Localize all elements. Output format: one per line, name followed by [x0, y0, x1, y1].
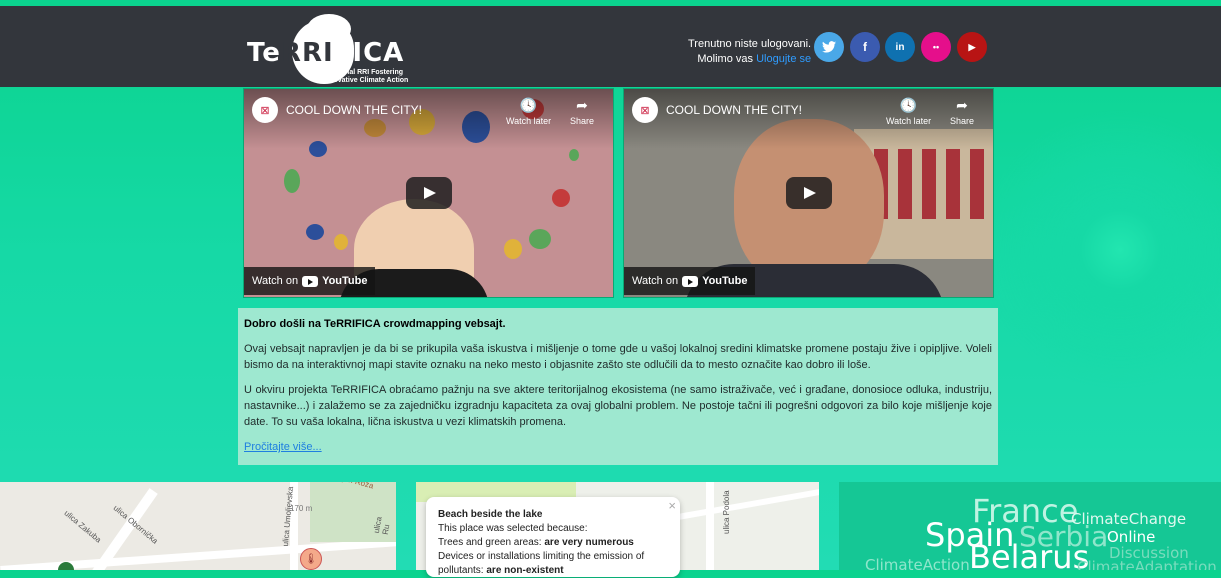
logo-wordmark: TeRRIFICA — [247, 38, 404, 68]
watch-on-label: Watch on — [252, 275, 299, 287]
video-player-1[interactable]: ⊠ COOL DOWN THE CITY! 🕓 Watch later ➦ Sh… — [243, 88, 614, 298]
popup-line: Trees and green areas: are very numerous — [438, 536, 644, 550]
login-link[interactable]: Ulogujte se — [756, 53, 811, 65]
popup-key: pollutants: — [438, 565, 484, 576]
logo-part-rri: RRI — [280, 38, 334, 68]
share-arrow-icon: ➦ — [576, 97, 588, 113]
map-popup: × Beach beside the lake This place was s… — [426, 497, 680, 577]
map-street-label: ulica Podola — [722, 490, 731, 534]
popup-title: Beach beside the lake — [438, 509, 543, 520]
login-prefix: Molimo vas — [697, 53, 754, 65]
login-status-line2: Molimo vas Ulogujte se — [688, 52, 811, 67]
logo-tagline-2: Innovative Climate Action — [323, 77, 409, 84]
youtube-wordmark: YouTube — [702, 275, 748, 287]
read-more-link[interactable]: Pročitajte više... — [244, 441, 322, 453]
flickr-glyph: •• — [932, 42, 940, 52]
welcome-panel: Dobro došli na TeRRIFICA crowdmapping ve… — [238, 308, 998, 465]
clock-icon: 🕓 — [519, 97, 538, 113]
popup-body: Beach beside the lake This place was sel… — [438, 508, 644, 578]
login-status-line1: Trenutno niste ulogovani. — [688, 38, 812, 50]
popup-value: are very numerous — [544, 537, 634, 548]
play-button[interactable] — [786, 177, 832, 209]
facebook-icon[interactable]: f — [850, 32, 880, 62]
twitter-bird-icon — [822, 41, 836, 53]
flickr-icon[interactable]: •• — [921, 32, 951, 62]
word-cloud-word[interactable]: Belarus — [969, 538, 1089, 570]
welcome-paragraph-1: Ovaj vebsajt napravljen je da bi se prik… — [244, 343, 992, 371]
watch-on-youtube-button[interactable]: Watch on YouTube — [624, 267, 756, 295]
channel-avatar-icon[interactable]: ⊠ — [252, 97, 278, 123]
video-2-arches — [874, 149, 984, 219]
decor-dot — [334, 234, 348, 250]
youtube-icon[interactable]: ▶ — [957, 32, 987, 62]
decor-dot — [306, 224, 324, 240]
youtube-wordmark: YouTube — [322, 275, 368, 287]
decor-dot — [529, 229, 551, 249]
site-header: TeRRIFICA Territorial RRI Fostering Inno… — [0, 6, 1221, 87]
twitter-icon[interactable] — [814, 32, 844, 62]
youtube-glyph: ▶ — [968, 41, 976, 52]
welcome-content: Dobro došli na TeRRIFICA crowdmapping ve… — [244, 316, 992, 455]
youtube-logo-icon — [682, 275, 699, 287]
channel-avatar-icon[interactable]: ⊠ — [632, 97, 658, 123]
word-cloud-word[interactable]: ClimateAction — [865, 556, 970, 570]
popup-value: are non-existent — [486, 565, 564, 576]
play-button[interactable] — [406, 177, 452, 209]
welcome-title: Dobro došli na TeRRIFICA crowdmapping ve… — [244, 318, 506, 330]
popup-line: This place was selected because: — [438, 523, 588, 534]
youtube-logo-icon — [302, 275, 319, 287]
video-player-2[interactable]: ⊠ COOL DOWN THE CITY! 🕓 Watch later ➦ Sh… — [623, 88, 994, 298]
facebook-glyph: f — [863, 40, 867, 54]
share-label: Share — [950, 116, 975, 126]
video-1-top-bar — [244, 89, 613, 149]
thermometer-marker-icon[interactable]: 🌡 — [300, 548, 322, 570]
logo-tagline-1: Territorial RRI Fostering — [323, 69, 403, 76]
share-label: Share — [570, 116, 595, 126]
watch-on-youtube-button[interactable]: Watch on YouTube — [244, 267, 376, 295]
share-button[interactable]: ➦ Share — [570, 97, 594, 126]
login-status: Trenutno niste ulogovani. Molimo vas Ulo… — [688, 37, 811, 67]
logo-part-fica: FICA — [333, 38, 405, 68]
map-road — [706, 482, 714, 570]
map-preview-1[interactable]: ulica Zakuba ulica Obornička ulica Umolj… — [0, 482, 396, 570]
watch-on-label: Watch on — [632, 275, 679, 287]
share-button[interactable]: ➦ Share — [950, 97, 974, 126]
video-2-top-bar — [624, 89, 993, 149]
video-1-title[interactable]: COOL DOWN THE CITY! — [286, 103, 422, 117]
decor-dot — [284, 169, 300, 193]
popup-key: Trees and green areas: — [438, 537, 542, 548]
watch-later-button[interactable]: 🕓 Watch later — [506, 97, 551, 126]
decor-dot — [569, 149, 579, 161]
decor-dot — [552, 189, 570, 207]
map-elevation: 170 m — [290, 504, 313, 513]
logo-tagline: Territorial RRI Fostering Innovative Cli… — [323, 69, 408, 85]
decor-dot — [504, 239, 522, 259]
video-2-title[interactable]: COOL DOWN THE CITY! — [666, 103, 802, 117]
word-cloud-word[interactable]: ClimateAdaptation — [1077, 558, 1217, 570]
map-road — [666, 488, 819, 522]
popup-line: Devices or installations limiting the em… — [438, 551, 645, 562]
share-arrow-icon: ➦ — [956, 97, 968, 113]
welcome-paragraph-2: U okviru projekta TeRRIFICA obraćamo paž… — [244, 384, 992, 428]
linkedin-icon[interactable]: in — [885, 32, 915, 62]
map-label: ulica Zakuba — [62, 508, 103, 545]
close-icon[interactable]: × — [668, 499, 676, 513]
popup-line: pollutants: are non-existent — [438, 564, 644, 578]
watch-later-button[interactable]: 🕓 Watch later — [886, 97, 931, 126]
watch-later-label: Watch later — [506, 116, 552, 126]
logo-part-te: Te — [247, 38, 281, 68]
watch-later-label: Watch later — [886, 116, 932, 126]
terrifica-logo[interactable]: TeRRIFICA Territorial RRI Fostering Inno… — [247, 14, 427, 84]
clock-icon: 🕓 — [899, 97, 918, 113]
word-cloud[interactable]: France ClimateChange Spain Serbia Online… — [839, 482, 1221, 570]
linkedin-glyph: in — [895, 41, 905, 53]
